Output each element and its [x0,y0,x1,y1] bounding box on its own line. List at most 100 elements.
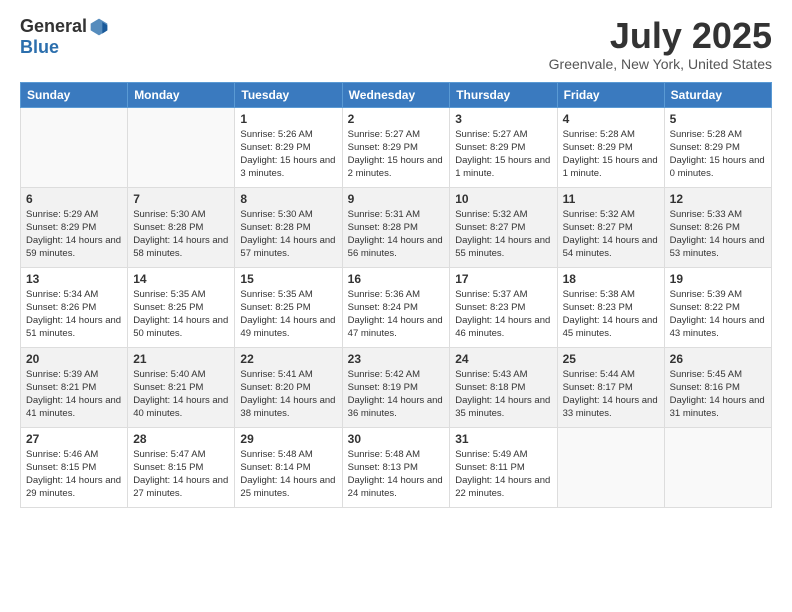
calendar-cell: 11Sunrise: 5:32 AM Sunset: 8:27 PM Dayli… [557,187,664,267]
calendar-cell: 9Sunrise: 5:31 AM Sunset: 8:28 PM Daylig… [342,187,450,267]
calendar-cell [557,427,664,507]
calendar-cell: 4 Sunrise: 5:28 AM Sunset: 8:29 PM Daylig… [557,107,664,187]
calendar-cell: 7 Sunrise: 5:30 AM Sunset: 8:28 PM Daylig… [128,187,235,267]
calendar-cell: 12Sunrise: 5:33 AM Sunset: 8:26 PM Dayli… [664,187,771,267]
day-info: Sunrise: 5:41 AM Sunset: 8:20 PM Dayligh… [240,368,336,421]
title-section: July 2025 Greenvale, New York, United St… [549,16,772,72]
calendar-cell: 1 Sunrise: 5:26 AM Sunset: 8:29 PM Daylig… [235,107,342,187]
calendar-cell: 8Sunrise: 5:30 AM Sunset: 8:28 PM Daylig… [235,187,342,267]
day-info: Sunrise: 5:44 AM Sunset: 8:17 PM Dayligh… [563,368,659,421]
day-number: 28 [133,432,229,446]
month-title: July 2025 [549,16,772,56]
calendar-cell: 21 Sunrise: 5:40 AM Sunset: 8:21 PM Dayli… [128,347,235,427]
day-number: 5 [670,112,766,126]
day-info: Sunrise: 5:46 AM Sunset: 8:15 PM Dayligh… [26,448,122,501]
logo-blue-text: Blue [20,37,59,58]
day-info: Sunrise: 5:39 AM Sunset: 8:21 PM Dayligh… [26,368,122,421]
day-info: Sunrise: 5:36 AM Sunset: 8:24 PM Dayligh… [348,288,445,341]
header-row: Sunday Monday Tuesday Wednesday Thursday… [21,82,772,107]
calendar-cell [128,107,235,187]
day-number: 7 [133,192,229,206]
day-info: Sunrise: 5:30 AM Sunset: 8:28 PM Dayligh… [133,208,229,261]
day-number: 2 [348,112,445,126]
day-number: 24 [455,352,551,366]
day-info: Sunrise: 5:42 AM Sunset: 8:19 PM Dayligh… [348,368,445,421]
day-info: Sunrise: 5:39 AM Sunset: 8:22 PM Dayligh… [670,288,766,341]
week-row-2: 6Sunrise: 5:29 AM Sunset: 8:29 PM Daylig… [21,187,772,267]
calendar-cell: 23 Sunrise: 5:42 AM Sunset: 8:19 PM Dayli… [342,347,450,427]
calendar-cell: 6Sunrise: 5:29 AM Sunset: 8:29 PM Daylig… [21,187,128,267]
calendar-cell: 19 Sunrise: 5:39 AM Sunset: 8:22 PM Dayli… [664,267,771,347]
calendar-cell [21,107,128,187]
day-number: 19 [670,272,766,286]
day-number: 1 [240,112,336,126]
calendar-cell: 17 Sunrise: 5:37 AM Sunset: 8:23 PM Dayli… [450,267,557,347]
day-info: Sunrise: 5:38 AM Sunset: 8:23 PM Dayligh… [563,288,659,341]
calendar-cell: 27 Sunrise: 5:46 AM Sunset: 8:15 PM Dayli… [21,427,128,507]
day-number: 16 [348,272,445,286]
logo-icon [89,17,109,37]
day-info: Sunrise: 5:30 AM Sunset: 8:28 PM Dayligh… [240,208,336,261]
logo: General Blue [20,16,109,58]
day-number: 13 [26,272,122,286]
day-number: 12 [670,192,766,206]
week-row-4: 20 Sunrise: 5:39 AM Sunset: 8:21 PM Dayli… [21,347,772,427]
day-info: Sunrise: 5:32 AM Sunset: 8:27 PM Dayligh… [455,208,551,261]
day-info: Sunrise: 5:35 AM Sunset: 8:25 PM Dayligh… [133,288,229,341]
day-number: 30 [348,432,445,446]
day-number: 14 [133,272,229,286]
page: General Blue July 2025 Greenvale, New Yo… [0,0,792,612]
day-number: 6 [26,192,122,206]
col-thursday: Thursday [450,82,557,107]
day-number: 17 [455,272,551,286]
calendar-cell: 3 Sunrise: 5:27 AM Sunset: 8:29 PM Daylig… [450,107,557,187]
calendar-table: Sunday Monday Tuesday Wednesday Thursday… [20,82,772,508]
calendar-cell: 20 Sunrise: 5:39 AM Sunset: 8:21 PM Dayli… [21,347,128,427]
day-number: 25 [563,352,659,366]
day-info: Sunrise: 5:26 AM Sunset: 8:29 PM Dayligh… [240,128,336,181]
day-number: 21 [133,352,229,366]
calendar-cell: 29Sunrise: 5:48 AM Sunset: 8:14 PM Dayli… [235,427,342,507]
calendar-cell: 22Sunrise: 5:41 AM Sunset: 8:20 PM Dayli… [235,347,342,427]
day-number: 26 [670,352,766,366]
day-number: 27 [26,432,122,446]
logo-general-text: General [20,16,87,37]
header: General Blue July 2025 Greenvale, New Yo… [20,16,772,72]
col-tuesday: Tuesday [235,82,342,107]
calendar-cell: 25 Sunrise: 5:44 AM Sunset: 8:17 PM Dayli… [557,347,664,427]
day-info: Sunrise: 5:28 AM Sunset: 8:29 PM Dayligh… [670,128,766,181]
day-info: Sunrise: 5:27 AM Sunset: 8:29 PM Dayligh… [455,128,551,181]
calendar-cell: 5 Sunrise: 5:28 AM Sunset: 8:29 PM Daylig… [664,107,771,187]
week-row-1: 1 Sunrise: 5:26 AM Sunset: 8:29 PM Daylig… [21,107,772,187]
day-info: Sunrise: 5:37 AM Sunset: 8:23 PM Dayligh… [455,288,551,341]
calendar-cell: 14 Sunrise: 5:35 AM Sunset: 8:25 PM Dayli… [128,267,235,347]
day-number: 9 [348,192,445,206]
day-info: Sunrise: 5:32 AM Sunset: 8:27 PM Dayligh… [563,208,659,261]
day-info: Sunrise: 5:35 AM Sunset: 8:25 PM Dayligh… [240,288,336,341]
day-number: 3 [455,112,551,126]
day-number: 23 [348,352,445,366]
day-info: Sunrise: 5:49 AM Sunset: 8:11 PM Dayligh… [455,448,551,501]
col-monday: Monday [128,82,235,107]
calendar-cell: 24Sunrise: 5:43 AM Sunset: 8:18 PM Dayli… [450,347,557,427]
calendar-cell: 13Sunrise: 5:34 AM Sunset: 8:26 PM Dayli… [21,267,128,347]
location: Greenvale, New York, United States [549,56,772,72]
day-number: 31 [455,432,551,446]
col-friday: Friday [557,82,664,107]
day-number: 20 [26,352,122,366]
calendar-cell: 28 Sunrise: 5:47 AM Sunset: 8:15 PM Dayli… [128,427,235,507]
calendar-cell: 18Sunrise: 5:38 AM Sunset: 8:23 PM Dayli… [557,267,664,347]
day-info: Sunrise: 5:47 AM Sunset: 8:15 PM Dayligh… [133,448,229,501]
day-info: Sunrise: 5:48 AM Sunset: 8:13 PM Dayligh… [348,448,445,501]
day-info: Sunrise: 5:27 AM Sunset: 8:29 PM Dayligh… [348,128,445,181]
day-info: Sunrise: 5:28 AM Sunset: 8:29 PM Dayligh… [563,128,659,181]
calendar-cell: 15Sunrise: 5:35 AM Sunset: 8:25 PM Dayli… [235,267,342,347]
day-info: Sunrise: 5:40 AM Sunset: 8:21 PM Dayligh… [133,368,229,421]
day-number: 4 [563,112,659,126]
day-info: Sunrise: 5:45 AM Sunset: 8:16 PM Dayligh… [670,368,766,421]
col-sunday: Sunday [21,82,128,107]
day-info: Sunrise: 5:48 AM Sunset: 8:14 PM Dayligh… [240,448,336,501]
calendar-cell: 2 Sunrise: 5:27 AM Sunset: 8:29 PM Daylig… [342,107,450,187]
calendar-cell [664,427,771,507]
col-saturday: Saturday [664,82,771,107]
